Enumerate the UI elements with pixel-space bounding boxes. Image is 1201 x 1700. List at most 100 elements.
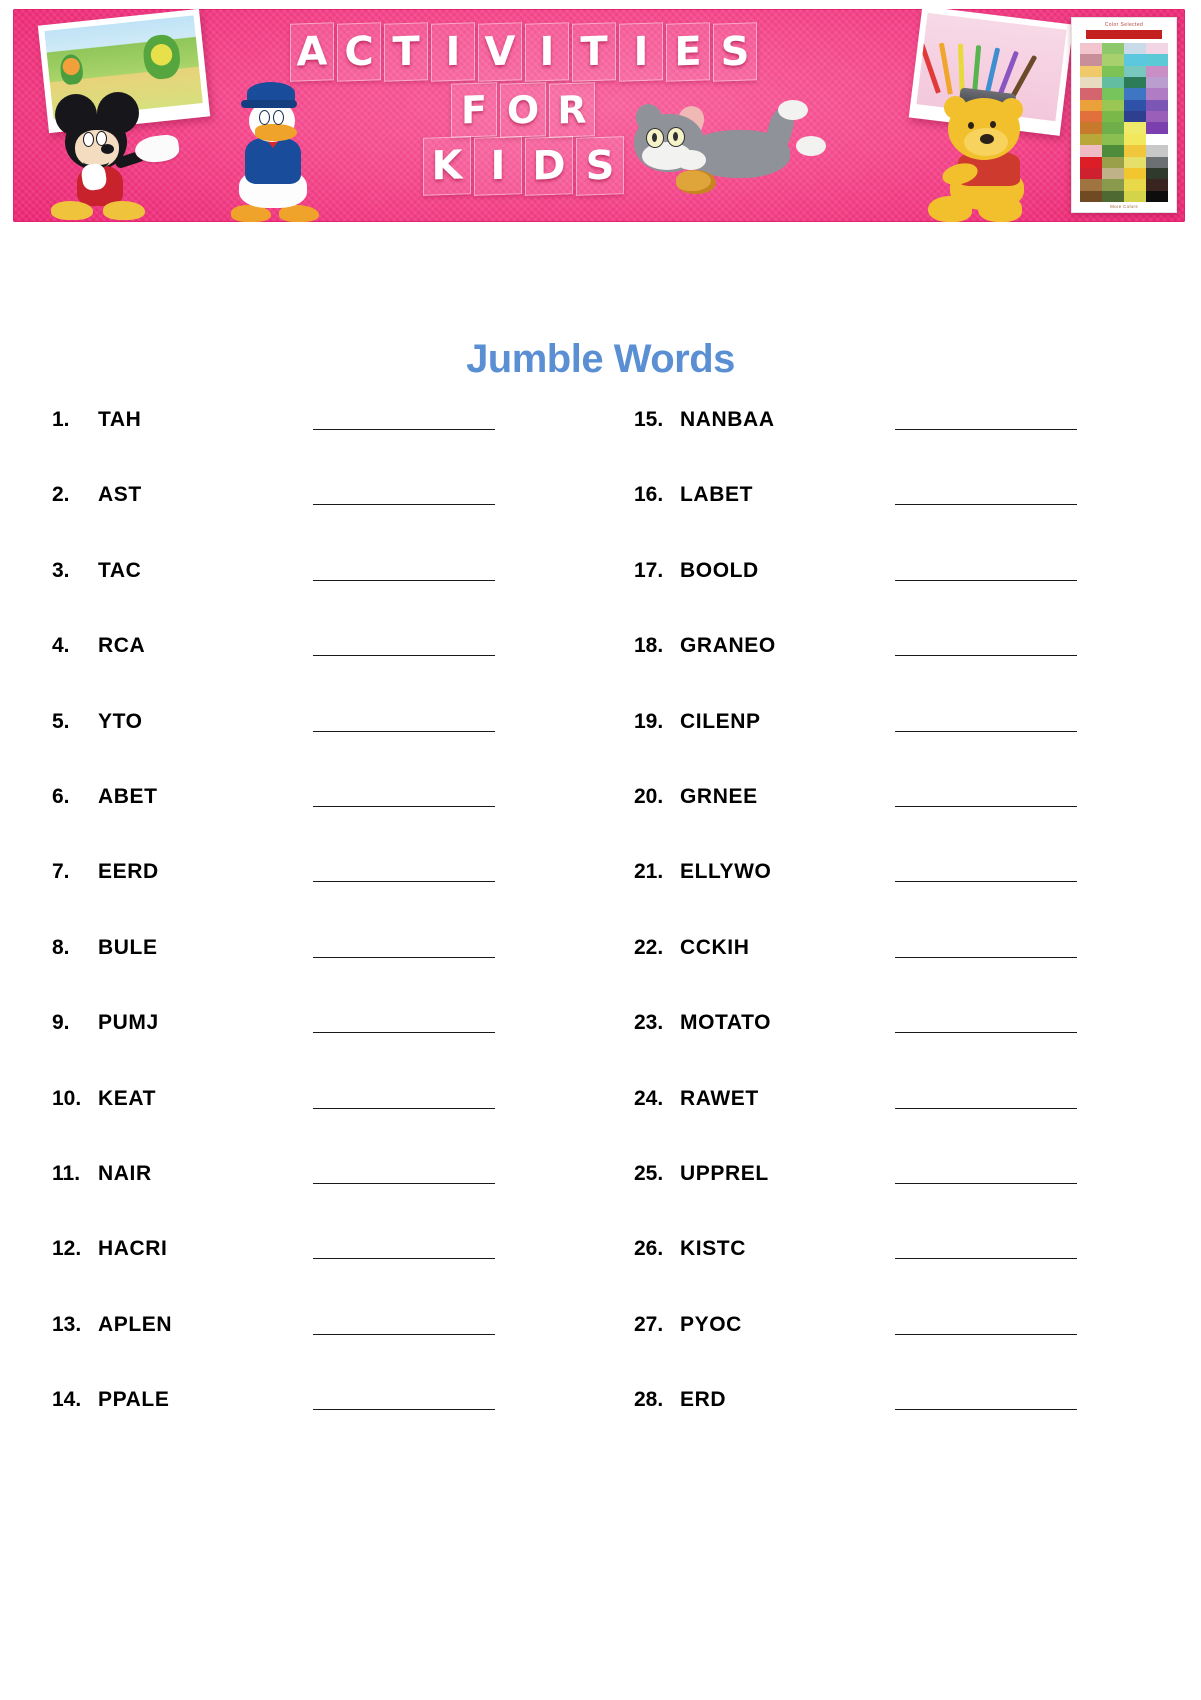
jumble-word-row: 25. UPPREL [634,1162,1154,1237]
palette-swatch[interactable] [1146,111,1168,123]
answer-blank-line[interactable] [313,1032,495,1034]
banner-letter: I [473,136,522,196]
color-palette-panel[interactable]: Color Selected More Colors [1071,17,1177,213]
palette-selected-label: Color Selected [1104,22,1144,28]
palette-swatch[interactable] [1146,190,1168,202]
palette-swatch[interactable] [1102,54,1124,66]
banner-letter: I [524,22,569,82]
palette-swatch[interactable] [1124,179,1146,191]
answer-blank-line[interactable] [895,1107,1077,1109]
word-number: 12. [52,1237,82,1261]
palette-swatch[interactable] [1124,156,1146,168]
palette-swatch[interactable] [1124,54,1146,66]
palette-swatch[interactable] [1124,99,1146,112]
answer-blank-line[interactable] [313,805,495,807]
answer-blank-line[interactable] [895,579,1077,581]
answer-blank-line[interactable] [895,1032,1077,1034]
answer-blank-line[interactable] [313,1333,495,1335]
palette-swatch[interactable] [1102,145,1124,157]
palette-swatch[interactable] [1146,179,1168,191]
banner-letter: A [289,22,334,82]
palette-swatch[interactable] [1080,43,1102,55]
palette-swatch[interactable] [1146,77,1168,89]
answer-blank-line[interactable] [895,1258,1077,1260]
palette-swatch[interactable] [1102,43,1124,55]
palette-swatch[interactable] [1124,43,1146,55]
answer-blank-line[interactable] [895,956,1077,958]
answer-blank-line[interactable] [313,881,495,883]
palette-swatch[interactable] [1124,145,1146,157]
word-number: 10. [52,1086,82,1110]
palette-swatch[interactable] [1124,122,1146,134]
answer-blank-line[interactable] [313,655,495,657]
palette-swatch[interactable] [1146,122,1168,134]
answer-blank-line[interactable] [895,504,1077,506]
palette-swatch[interactable] [1080,111,1102,123]
answer-blank-line[interactable] [313,1107,495,1109]
answer-blank-line[interactable] [895,429,1077,430]
palette-swatch[interactable] [1080,145,1102,157]
answer-blank-line[interactable] [313,1409,495,1411]
palette-swatch[interactable] [1146,156,1168,168]
palette-swatch[interactable] [1146,65,1168,78]
palette-swatch[interactable] [1124,190,1146,202]
palette-swatch[interactable] [1102,77,1124,89]
jumbled-word: PPALE [98,1388,170,1412]
answer-blank-line[interactable] [313,956,495,958]
palette-swatch[interactable] [1080,65,1102,78]
palette-swatch[interactable] [1102,156,1124,168]
answer-blank-line[interactable] [895,805,1077,807]
palette-swatch[interactable] [1080,133,1102,146]
palette-swatch[interactable] [1124,65,1146,78]
palette-swatch[interactable] [1102,190,1124,202]
palette-swatch[interactable] [1102,99,1124,112]
answer-blank-line[interactable] [895,655,1077,657]
palette-swatch[interactable] [1124,133,1146,146]
palette-swatch[interactable] [1080,179,1102,191]
jumbled-word: TAC [98,558,142,582]
palette-swatch[interactable] [1146,88,1168,100]
answer-blank-line[interactable] [313,1182,495,1184]
palette-swatch[interactable] [1146,54,1168,66]
palette-swatch[interactable] [1102,65,1124,78]
palette-swatch[interactable] [1146,43,1168,55]
palette-swatch[interactable] [1146,167,1168,180]
answer-blank-line[interactable] [895,1409,1077,1411]
palette-swatch[interactable] [1102,111,1124,123]
banner-title-line-activities: ACTIVITIES [203,22,843,82]
palette-swatch[interactable] [1102,88,1124,100]
answer-blank-line[interactable] [313,579,495,581]
palette-swatch[interactable] [1080,167,1102,180]
palette-swatch[interactable] [1146,145,1168,157]
palette-selected-swatch [1086,30,1162,39]
palette-swatch[interactable] [1080,88,1102,100]
palette-swatch[interactable] [1146,99,1168,112]
palette-swatch[interactable] [1080,156,1102,168]
palette-swatch[interactable] [1080,77,1102,89]
answer-blank-line[interactable] [895,1182,1077,1184]
palette-swatch[interactable] [1080,54,1102,66]
palette-swatch[interactable] [1102,122,1124,134]
pooh-nose [980,134,994,144]
answer-blank-line[interactable] [895,730,1077,732]
answer-blank-line[interactable] [313,429,495,430]
palette-swatch[interactable] [1080,122,1102,134]
palette-swatch[interactable] [1124,88,1146,100]
answer-blank-line[interactable] [313,504,495,506]
palette-swatch[interactable] [1124,167,1146,180]
answer-blank-line[interactable] [313,730,495,732]
palette-swatch[interactable] [1102,167,1124,180]
palette-swatch[interactable] [1080,99,1102,112]
answer-blank-line[interactable] [895,881,1077,883]
palette-swatch[interactable] [1124,77,1146,89]
jumbled-word: BOOLD [680,558,759,582]
palette-swatch[interactable] [1146,133,1168,146]
palette-swatch-grid[interactable] [1080,43,1168,202]
palette-swatch[interactable] [1124,111,1146,123]
page-title: Jumble Words [466,336,735,381]
palette-swatch[interactable] [1080,190,1102,202]
answer-blank-line[interactable] [895,1333,1077,1335]
answer-blank-line[interactable] [313,1258,495,1260]
palette-swatch[interactable] [1102,133,1124,146]
palette-swatch[interactable] [1102,179,1124,191]
